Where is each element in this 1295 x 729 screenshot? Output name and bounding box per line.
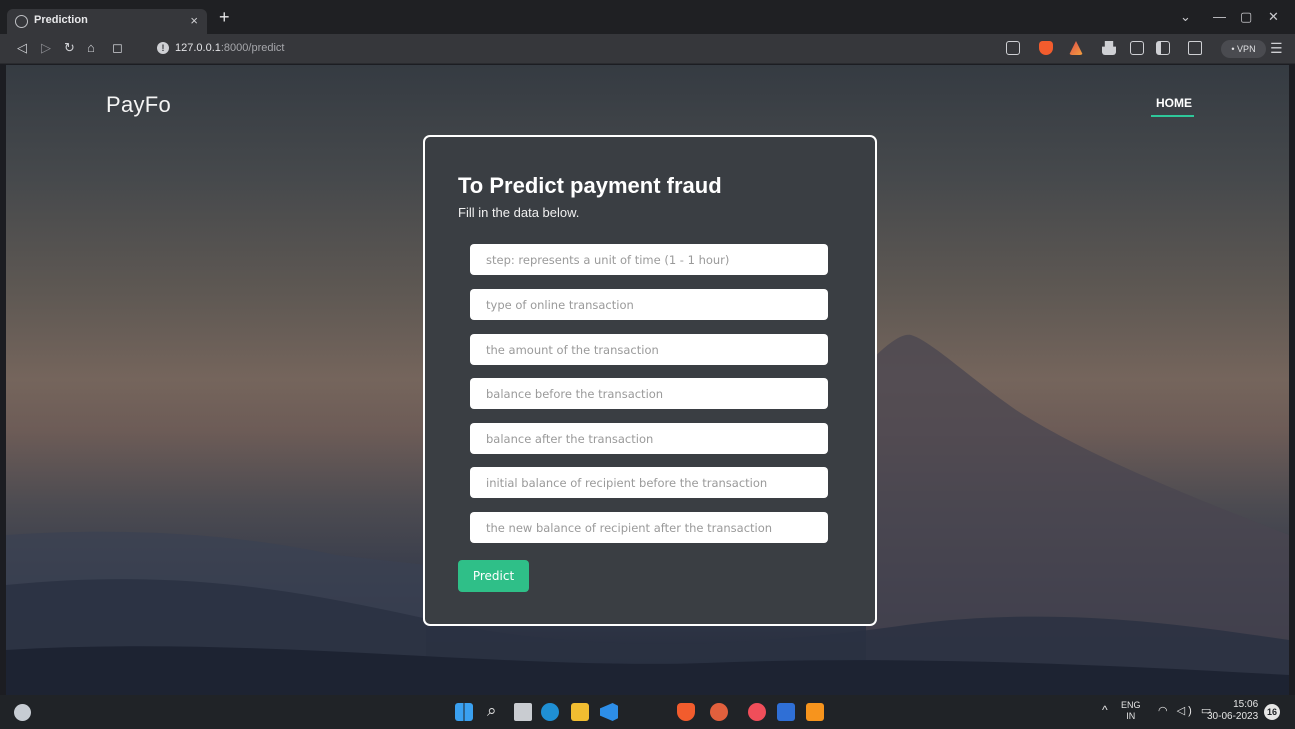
- forward-icon[interactable]: ▷: [41, 40, 51, 56]
- reload-icon[interactable]: ↻: [64, 40, 75, 56]
- new-balance-dest-input[interactable]: [470, 512, 828, 543]
- menu-icon[interactable]: ☰: [1270, 40, 1283, 57]
- new-tab-button[interactable]: +: [219, 8, 230, 26]
- clock-date: 30-06-2023: [1207, 711, 1259, 722]
- cast-icon[interactable]: [1130, 41, 1144, 55]
- app-icon[interactable]: [748, 703, 766, 721]
- url-path: :8000/predict: [220, 42, 285, 54]
- predict-button[interactable]: Predict: [458, 560, 529, 592]
- vscode-icon[interactable]: [600, 703, 618, 721]
- minimize-icon[interactable]: —: [1213, 10, 1226, 24]
- old-balance-origin-input[interactable]: [470, 378, 828, 409]
- edge-browser-icon[interactable]: [541, 703, 559, 721]
- amount-input[interactable]: [470, 334, 828, 365]
- bookmark-icon[interactable]: ◻: [112, 40, 123, 56]
- info-icon[interactable]: !: [157, 42, 169, 54]
- browser-toolbar: ◁ ▷ ↻ ⌂ ◻ ! 127.0.0.1:8000/predict • VPN…: [0, 34, 1295, 64]
- notification-badge[interactable]: 16: [1264, 704, 1280, 720]
- page-viewport: PayFo HOME To Predict payment fraud Fill…: [6, 65, 1289, 695]
- url-text: 127.0.0.1:8000/predict: [175, 42, 284, 54]
- powerpoint-icon[interactable]: [710, 703, 728, 721]
- search-icon[interactable]: ⌕: [487, 700, 497, 722]
- form-title: To Predict payment fraud: [458, 173, 722, 198]
- step-input[interactable]: [470, 244, 828, 275]
- tab-search-icon[interactable]: ⌄: [1180, 10, 1191, 24]
- sidebar-icon[interactable]: [1156, 41, 1170, 55]
- language-indicator[interactable]: ENG IN: [1121, 700, 1141, 722]
- browser-tab-strip: Prediction × + ⌄ — ▢ ✕: [0, 0, 1295, 34]
- language-code: ENG: [1121, 700, 1141, 710]
- home-icon[interactable]: ⌂: [87, 40, 95, 56]
- close-window-icon[interactable]: ✕: [1268, 10, 1279, 24]
- back-icon[interactable]: ◁: [17, 40, 27, 56]
- weather-icon[interactable]: [14, 704, 31, 721]
- maximize-icon[interactable]: ▢: [1240, 10, 1252, 24]
- wifi-volume-battery-icons[interactable]: ◠ ◁) ▭: [1158, 704, 1214, 717]
- brand-logo[interactable]: PayFo: [106, 92, 171, 118]
- globe-icon: [15, 15, 28, 28]
- tab-close-icon[interactable]: ×: [190, 13, 198, 28]
- task-view-icon[interactable]: [514, 703, 532, 721]
- prediction-form-card: To Predict payment fraud Fill in the dat…: [423, 135, 877, 626]
- windows-start-icon[interactable]: [455, 703, 473, 721]
- file-explorer-icon[interactable]: [571, 703, 589, 721]
- sublime-text-icon[interactable]: [806, 703, 824, 721]
- transaction-type-input[interactable]: [470, 289, 828, 320]
- browser-tab[interactable]: Prediction ×: [7, 9, 207, 34]
- show-hidden-icons[interactable]: ^: [1102, 703, 1108, 717]
- new-balance-origin-input[interactable]: [470, 423, 828, 454]
- screen: Prediction × + ⌄ — ▢ ✕ ◁ ▷ ↻ ⌂ ◻ ! 127.0…: [0, 0, 1295, 729]
- region-code: IN: [1126, 711, 1136, 721]
- url-host: 127.0.0.1: [175, 42, 221, 54]
- share-icon[interactable]: [1006, 41, 1020, 55]
- word-icon[interactable]: [777, 703, 795, 721]
- form-subtitle: Fill in the data below.: [458, 205, 580, 220]
- clock-time: 15:06: [1233, 699, 1259, 710]
- windows-taskbar: ⌕ ^ ENG IN ◠ ◁) ▭ 15:06 30-06-2023 16: [0, 695, 1295, 729]
- nav-home-link[interactable]: HOME: [1156, 96, 1192, 110]
- clock[interactable]: 15:06 30-06-2023: [1207, 699, 1258, 723]
- wallet-icon[interactable]: [1188, 41, 1202, 55]
- tab-title: Prediction: [34, 14, 88, 26]
- old-balance-dest-input[interactable]: [470, 467, 828, 498]
- nav-active-indicator: [1151, 115, 1194, 117]
- brave-shield-icon[interactable]: [1039, 41, 1053, 55]
- brave-browser-icon[interactable]: [677, 703, 695, 721]
- vpn-button[interactable]: • VPN: [1221, 40, 1266, 58]
